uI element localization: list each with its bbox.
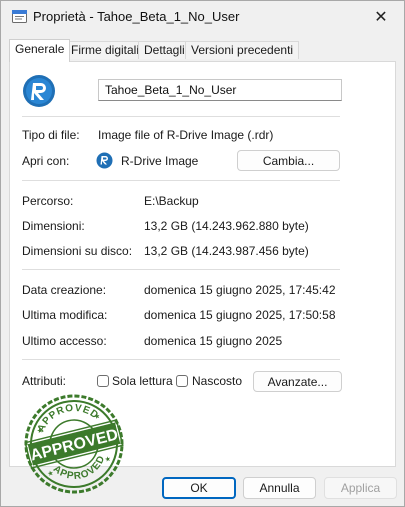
close-button[interactable]: ✕	[358, 1, 404, 33]
tab-details[interactable]: Dettagli	[138, 41, 191, 59]
modified-label: Ultima modifica:	[22, 308, 108, 322]
location-value: E:\Backup	[144, 194, 199, 208]
approved-stamp-icon: APPROVED APPROVED APPROVED ★ ★ ★ ★	[24, 394, 124, 494]
readonly-checkbox[interactable]	[97, 375, 109, 387]
divider	[22, 180, 340, 181]
size-on-disk-label: Dimensioni su disco:	[22, 244, 133, 258]
divider	[22, 269, 340, 270]
close-icon: ✕	[374, 9, 388, 26]
folder-properties-icon	[12, 10, 27, 23]
opens-with-value: R-Drive Image	[121, 154, 199, 168]
accessed-value: domenica 15 giugno 2025	[144, 334, 283, 348]
apply-button[interactable]: Applica	[324, 477, 397, 499]
hidden-checkbox[interactable]	[176, 375, 188, 387]
svg-text:★: ★	[104, 455, 112, 464]
created-label: Data creazione:	[22, 283, 107, 297]
title-bar[interactable]: Proprietà - Tahoe_Beta_1_No_User ✕	[1, 1, 404, 33]
tab-general[interactable]: Generale	[9, 39, 71, 62]
file-type-value: Image file of R-Drive Image (.rdr)	[98, 128, 274, 142]
divider	[22, 116, 340, 117]
size-value: 13,2 GB (14.243.962.880 byte)	[144, 219, 309, 233]
change-button[interactable]: Cambia...	[237, 150, 340, 171]
size-on-disk-value: 13,2 GB (14.243.987.456 byte)	[144, 244, 309, 258]
window-title: Proprietà - Tahoe_Beta_1_No_User	[33, 9, 240, 24]
r-drive-app-icon	[96, 152, 113, 169]
location-label: Percorso:	[22, 194, 74, 208]
advanced-button[interactable]: Avanzate...	[253, 371, 342, 392]
readonly-label[interactable]: Sola lettura	[112, 374, 173, 388]
created-value: domenica 15 giugno 2025, 17:45:42	[144, 283, 336, 297]
accessed-label: Ultimo accesso:	[22, 334, 107, 348]
tab-previous-versions[interactable]: Versioni precedenti	[185, 41, 300, 59]
cancel-button[interactable]: Annulla	[243, 477, 316, 499]
modified-value: domenica 15 giugno 2025, 17:50:58	[144, 308, 336, 322]
file-type-label: Tipo di file:	[22, 128, 80, 142]
ok-button[interactable]: OK	[162, 477, 236, 499]
tab-digital-signatures[interactable]: Firme digitali	[65, 41, 146, 59]
r-drive-image-icon	[23, 75, 55, 107]
file-name-field[interactable]	[98, 79, 342, 101]
divider	[22, 359, 340, 360]
hidden-label[interactable]: Nascosto	[192, 374, 242, 388]
properties-dialog: Proprietà - Tahoe_Beta_1_No_User ✕ Gener…	[0, 0, 405, 507]
opens-with-label: Apri con:	[22, 154, 70, 168]
attributes-label: Attributi:	[22, 374, 67, 388]
size-label: Dimensioni:	[22, 219, 85, 233]
